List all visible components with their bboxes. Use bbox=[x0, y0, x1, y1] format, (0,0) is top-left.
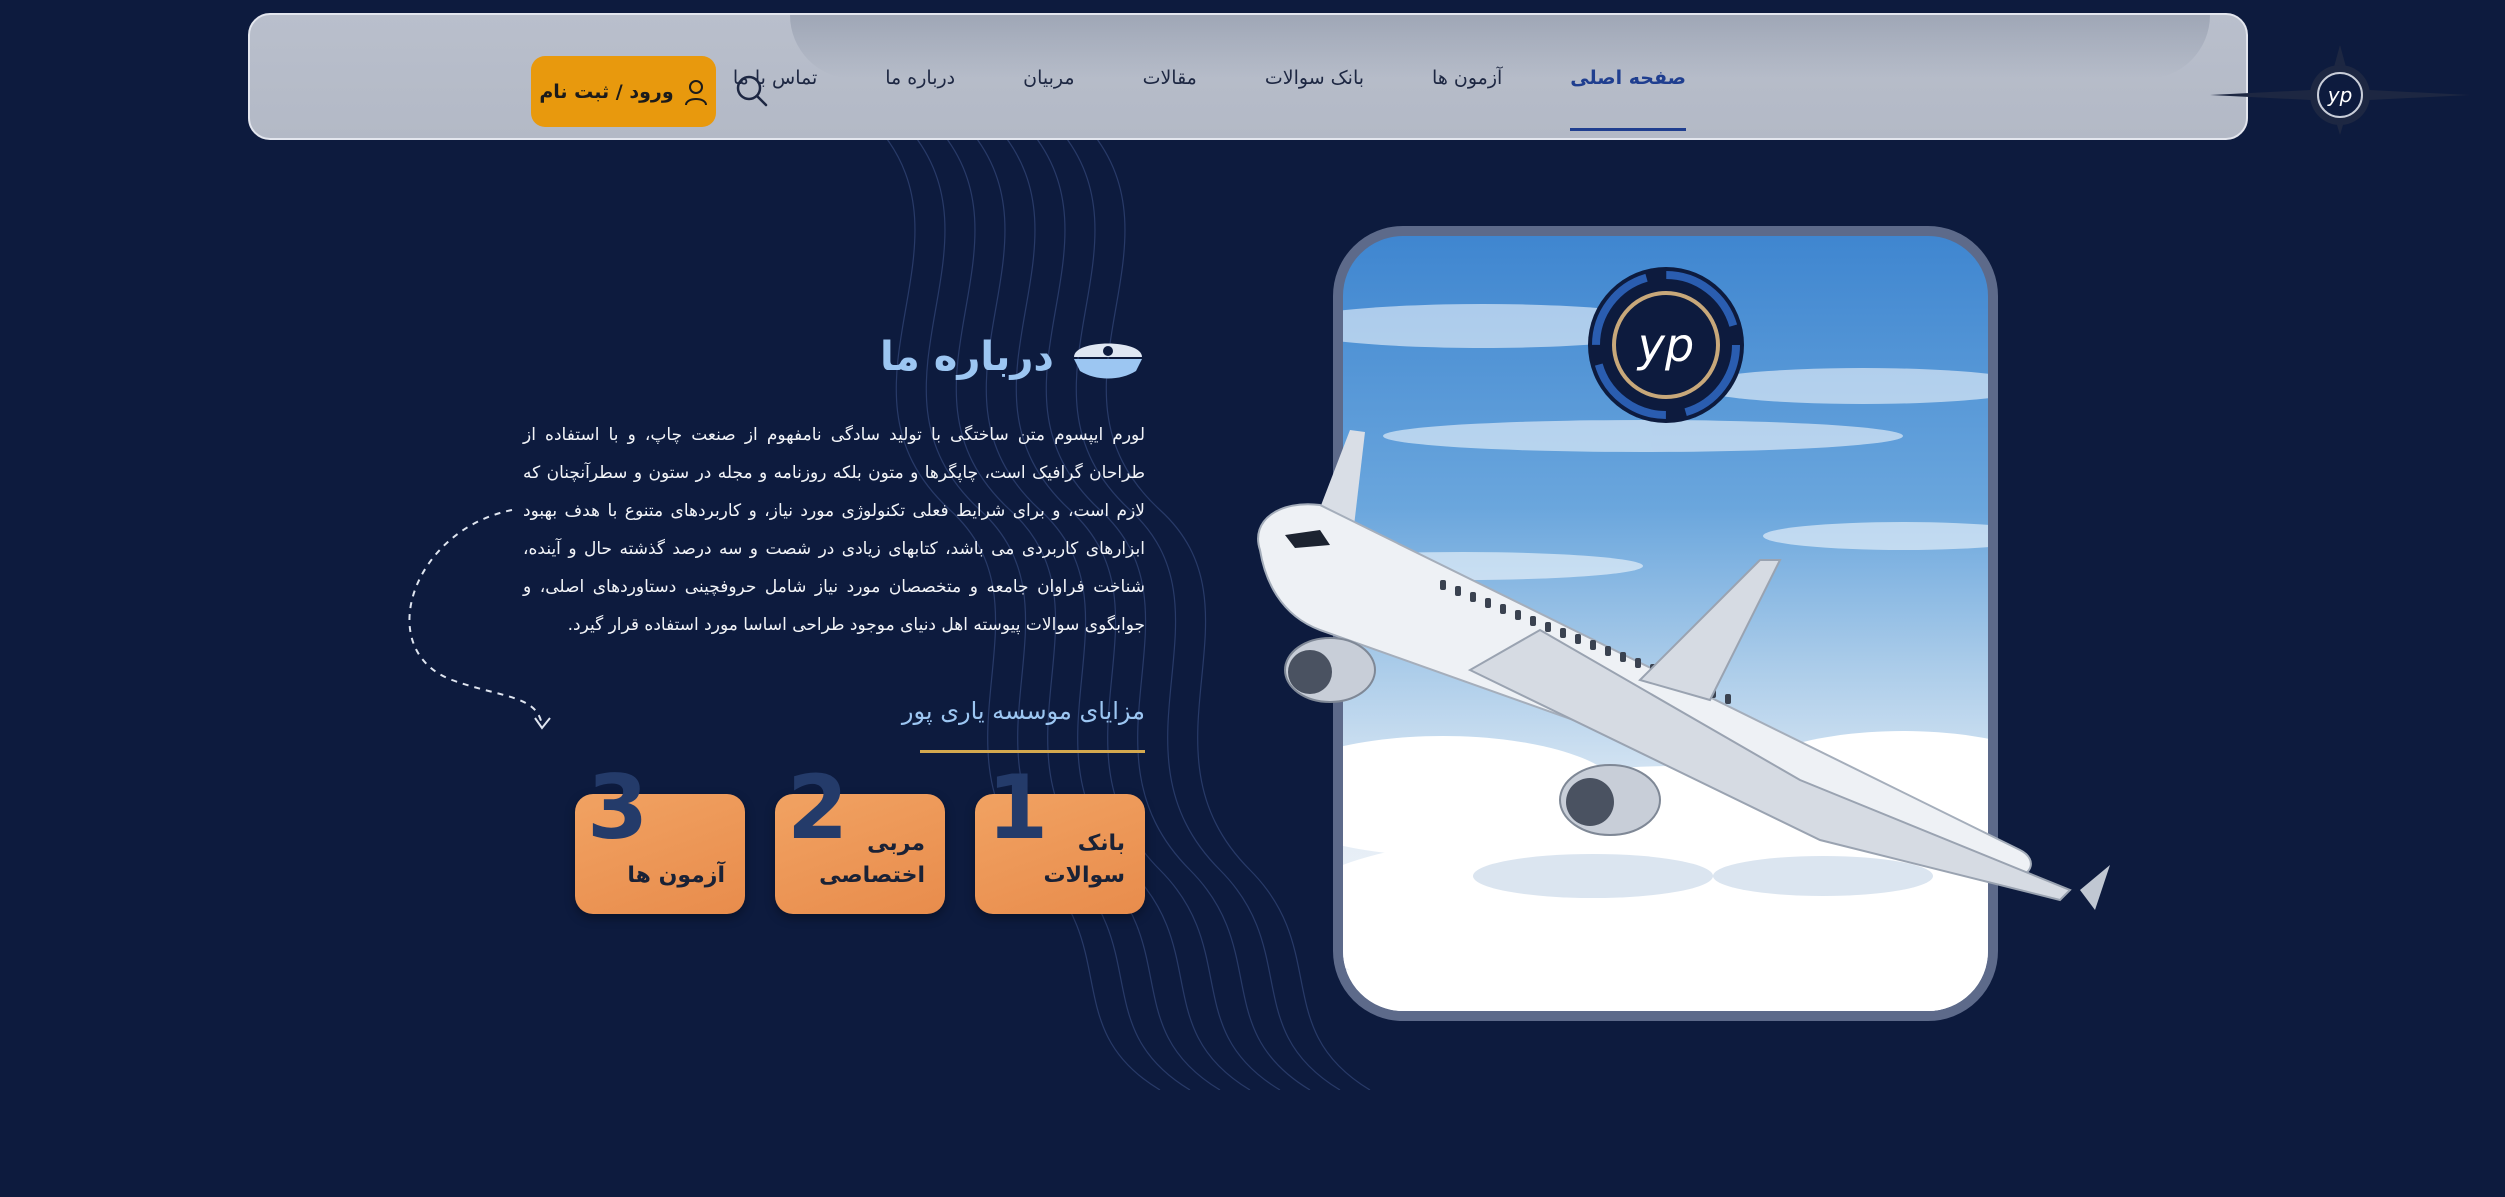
nav-home[interactable]: صفحه اصلی bbox=[1570, 67, 1686, 131]
pilot-cap-icon bbox=[1074, 343, 1142, 379]
advantages-underline bbox=[920, 750, 1145, 753]
about-title: درباره ما bbox=[880, 334, 1054, 380]
nav-articles[interactable]: مقالات bbox=[1143, 67, 1197, 107]
dashed-arrow-icon bbox=[408, 509, 551, 730]
nav-exams[interactable]: آزمون ها bbox=[1432, 67, 1502, 107]
nav-coaches[interactable]: مربیان bbox=[1023, 67, 1074, 107]
about-paragraph: لورم ایپسوم متن ساختگی با تولید سادگی نا… bbox=[523, 425, 1145, 635]
airplane-image bbox=[1257, 430, 2110, 910]
card-label: آزمون ها bbox=[627, 863, 725, 888]
user-icon bbox=[684, 79, 707, 105]
badge-text: yp bbox=[1636, 318, 1694, 372]
search-icon[interactable] bbox=[734, 73, 770, 109]
feature-card-question-bank[interactable]: 1 بانک سوالات bbox=[975, 764, 1145, 914]
card-label: بانک سوالات bbox=[1043, 831, 1125, 888]
advantages-title: مزایای موسسه یاری پور bbox=[901, 697, 1145, 725]
login-label: ورود / ثبت نام bbox=[539, 80, 674, 103]
feature-card-personal-coach[interactable]: 2 مربی اختصاصی bbox=[775, 764, 945, 914]
login-register-button[interactable]: ورود / ثبت نام bbox=[531, 56, 716, 127]
card-label: مربی اختصاصی bbox=[819, 831, 925, 888]
logo-icon[interactable]: yp bbox=[2210, 45, 2470, 135]
main-nav: صفحه اصلی آزمون ها بانک سوالات مقالات مر… bbox=[665, 67, 1686, 131]
logo-text: yp bbox=[2327, 83, 2353, 107]
nav-question-bank[interactable]: بانک سوالات bbox=[1265, 67, 1364, 107]
card-number: 3 bbox=[587, 756, 649, 859]
nav-about[interactable]: درباره ما bbox=[885, 67, 955, 107]
site-header: yp صفحه اصلی آزمون ها بانک سوالات مقالات… bbox=[248, 13, 2470, 140]
brand-badge-icon: yp bbox=[1588, 267, 1744, 423]
feature-card-exams[interactable]: 3 آزمون ها bbox=[575, 764, 745, 914]
